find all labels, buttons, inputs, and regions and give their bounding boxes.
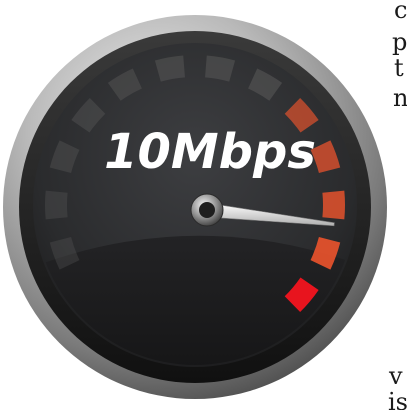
scale-segment [322,190,345,220]
speed-reading: 10Mbps [104,124,316,180]
cropped-text-letter: is [388,388,407,410]
cropped-text-letter: n [393,84,407,112]
cropped-text-letter: c [394,0,407,24]
needle-hub-center [199,202,215,218]
cropped-text-letter: p [392,28,407,56]
speedometer-gauge-icon: 10Mbps [3,15,387,399]
speedometer-graphic: 10Mbps c p t n v is [0,0,407,410]
cropped-text-letter: v [389,362,403,390]
cropped-text-letter: t [394,54,404,82]
scale-segment [45,190,68,220]
